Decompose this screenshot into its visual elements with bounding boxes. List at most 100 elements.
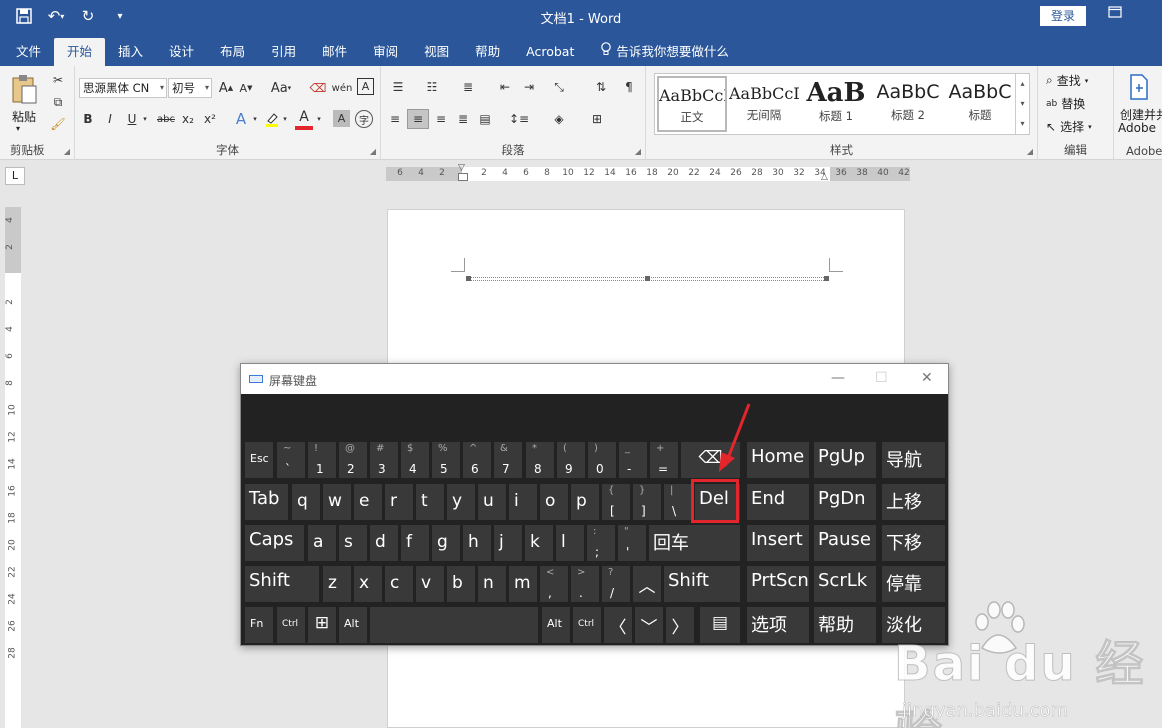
text-effects-dropdown-icon[interactable]: ▾ bbox=[251, 110, 259, 128]
align-right-icon[interactable]: ≡ bbox=[431, 110, 451, 128]
font-color-icon[interactable]: A bbox=[295, 108, 313, 130]
key-symbol[interactable]: >. bbox=[571, 566, 599, 602]
font-color-dropdown-icon[interactable]: ▾ bbox=[315, 110, 323, 128]
key-insert[interactable]: Insert bbox=[747, 525, 809, 561]
key-esc[interactable]: Esc bbox=[245, 442, 273, 478]
key-letter[interactable]: j bbox=[494, 525, 522, 561]
key-letter[interactable]: g bbox=[432, 525, 460, 561]
style-heading-2[interactable]: AaBbC 标题 2 bbox=[873, 76, 943, 132]
key-symbol[interactable]: <, bbox=[540, 566, 568, 602]
key-nav[interactable]: 导航 bbox=[882, 442, 945, 478]
bullets-icon[interactable]: ☰ bbox=[387, 78, 409, 96]
horizontal-ruler[interactable]: 6 4 2 2 4 6 8 10 12 14 16 18 20 22 24 26 28 30 32 34 36 38 40 4… bbox=[386, 163, 910, 182]
key-letter[interactable]: f bbox=[401, 525, 429, 561]
paste-icon[interactable] bbox=[8, 72, 40, 106]
key-letter[interactable]: l bbox=[556, 525, 584, 561]
key-dock[interactable]: 停靠 bbox=[882, 566, 945, 602]
key-letter[interactable]: m bbox=[509, 566, 537, 602]
key-letter[interactable]: w bbox=[323, 484, 351, 520]
phonetic-guide-icon[interactable]: wén bbox=[332, 78, 353, 98]
key-symbol[interactable]: ) 0 bbox=[588, 442, 616, 478]
key-pgdn[interactable]: PgDn bbox=[814, 484, 876, 520]
key-letter[interactable]: r bbox=[385, 484, 413, 520]
key-symbol[interactable]: $4 bbox=[401, 442, 429, 478]
key-letter[interactable]: i bbox=[509, 484, 537, 520]
key-shift-right[interactable]: Shift bbox=[664, 566, 740, 602]
paste-dropdown-icon[interactable]: ▾ bbox=[16, 124, 20, 133]
key-symbol[interactable]: ^ 6 bbox=[463, 442, 491, 478]
key-alt-left[interactable]: Alt bbox=[339, 607, 367, 643]
shrink-font-icon[interactable]: A ▼ bbox=[237, 78, 255, 98]
styles-launcher-icon[interactable]: ◢ bbox=[1027, 147, 1033, 156]
restore-window-icon[interactable] bbox=[1108, 6, 1122, 22]
key-letter[interactable]: c bbox=[385, 566, 413, 602]
key-letter[interactable]: q bbox=[292, 484, 320, 520]
key-letter[interactable]: v bbox=[416, 566, 444, 602]
key-letter[interactable]: u bbox=[478, 484, 506, 520]
key-symbol[interactable]: :; bbox=[587, 525, 615, 561]
style-no-spacing[interactable]: AaBbCcDc 无间隔 bbox=[729, 76, 799, 132]
paragraph-launcher-icon[interactable]: ◢ bbox=[635, 147, 641, 156]
find-button[interactable]: ⌕ 查找 ▾ bbox=[1046, 72, 1088, 89]
gallery-scroll[interactable]: ▴ ▾ ▾ bbox=[1015, 74, 1029, 134]
key-symbol[interactable]: ~ ` bbox=[277, 442, 305, 478]
key-prtscn[interactable]: PrtScn bbox=[747, 566, 809, 602]
tab-selector[interactable]: L bbox=[5, 167, 25, 185]
key-end[interactable]: End bbox=[747, 484, 809, 520]
key-symbol[interactable]: _ - bbox=[619, 442, 647, 478]
key-ctrl-right[interactable]: Ctrl bbox=[573, 607, 601, 643]
key-letter[interactable]: x bbox=[354, 566, 382, 602]
key-pause[interactable]: Pause bbox=[814, 525, 876, 561]
clipboard-launcher-icon[interactable]: ◢ bbox=[64, 147, 70, 156]
cut-icon[interactable]: ✂ bbox=[50, 72, 66, 88]
minimize-icon[interactable]: — bbox=[831, 370, 845, 386]
key-symbol[interactable]: }] bbox=[633, 484, 661, 520]
tab-mailings[interactable]: 邮件 bbox=[309, 38, 360, 66]
key-symbol[interactable]: + = bbox=[650, 442, 678, 478]
close-icon[interactable]: ✕ bbox=[921, 370, 933, 386]
key-help[interactable]: 帮助 bbox=[814, 607, 876, 643]
key-arrow-right[interactable]: 〉 bbox=[666, 607, 694, 643]
tab-layout[interactable]: 布局 bbox=[207, 38, 258, 66]
tab-insert[interactable]: 插入 bbox=[105, 38, 156, 66]
key-options[interactable]: 选项 bbox=[747, 607, 809, 643]
key-fn[interactable]: Fn bbox=[245, 607, 273, 643]
text-effects-icon[interactable]: A bbox=[231, 110, 251, 128]
key-letter[interactable]: a bbox=[308, 525, 336, 561]
key-letter[interactable]: o bbox=[540, 484, 568, 520]
key-symbol[interactable]: ? / bbox=[602, 566, 630, 602]
key-letter[interactable]: t bbox=[416, 484, 444, 520]
left-indent-marker[interactable] bbox=[458, 173, 468, 181]
key-symbol[interactable]: " ' bbox=[618, 525, 646, 561]
key-arrow-up[interactable]: ︿ bbox=[633, 566, 661, 602]
key-letter[interactable]: y bbox=[447, 484, 475, 520]
distributed-icon[interactable]: ▤ bbox=[475, 110, 495, 128]
grow-font-icon[interactable]: A ▲ bbox=[217, 78, 235, 98]
paste-label[interactable]: 粘贴 bbox=[12, 108, 36, 125]
maximize-icon[interactable]: ☐ bbox=[875, 370, 888, 386]
font-launcher-icon[interactable]: ◢ bbox=[370, 147, 376, 156]
strikethrough-icon[interactable]: abc bbox=[155, 110, 177, 128]
key-symbol[interactable]: % 5 bbox=[432, 442, 460, 478]
key-symbol[interactable]: & 7 bbox=[494, 442, 522, 478]
frame-handle-left[interactable] bbox=[466, 276, 471, 281]
key-symbol[interactable]: | \ bbox=[664, 484, 692, 520]
decrease-indent-icon[interactable]: ⇤ bbox=[495, 78, 515, 96]
key-windows[interactable]: ⊞ bbox=[308, 607, 336, 643]
key-alt-right[interactable]: Alt bbox=[542, 607, 570, 643]
key-letter[interactable]: h bbox=[463, 525, 491, 561]
key-menu[interactable]: ▤ bbox=[700, 607, 740, 643]
clear-format-icon[interactable]: ⌫ bbox=[309, 78, 327, 98]
key-letter[interactable]: s bbox=[339, 525, 367, 561]
format-painter-icon[interactable]: 🖌 bbox=[50, 116, 66, 132]
underline-dropdown-icon[interactable]: ▾ bbox=[141, 110, 149, 128]
justify-icon[interactable]: ≣ bbox=[453, 110, 473, 128]
key-letter[interactable]: d bbox=[370, 525, 398, 561]
font-size-box[interactable]: 初号 ▾ bbox=[168, 78, 212, 98]
superscript-icon[interactable]: x² bbox=[201, 110, 219, 128]
key-symbol[interactable]: ! 1 bbox=[308, 442, 336, 478]
tab-design[interactable]: 设计 bbox=[156, 38, 207, 66]
key-movedown[interactable]: 下移 bbox=[882, 525, 945, 561]
italic-icon[interactable]: I bbox=[103, 110, 117, 128]
key-symbol[interactable]: * 8 bbox=[526, 442, 554, 478]
